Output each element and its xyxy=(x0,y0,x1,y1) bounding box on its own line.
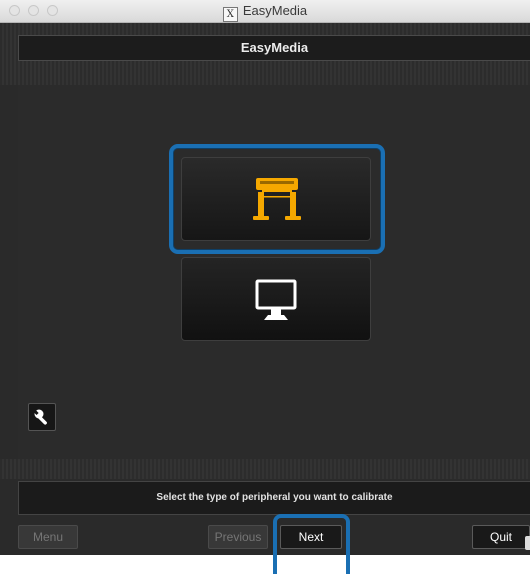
monitor-icon xyxy=(255,279,297,320)
main-panel xyxy=(18,85,530,459)
previous-button[interactable]: Previous xyxy=(208,525,268,549)
footer-divider xyxy=(0,459,530,479)
header-area: EasyMedia xyxy=(0,23,530,85)
tools-button[interactable] xyxy=(28,403,56,431)
header-title: EasyMedia xyxy=(18,35,530,61)
wrench-icon xyxy=(33,409,47,425)
easymedia-window: X EasyMedia EasyMedia Select the type of… xyxy=(0,0,530,555)
printer-tile-button[interactable] xyxy=(181,157,371,241)
resize-handle[interactable] xyxy=(525,536,530,550)
next-button[interactable]: Next xyxy=(280,525,342,549)
status-message: Select the type of peripheral you want t… xyxy=(18,481,530,515)
display-tile-button[interactable] xyxy=(181,257,371,341)
quit-button[interactable]: Quit xyxy=(472,525,530,549)
menu-button[interactable]: Menu xyxy=(18,525,78,549)
app-icon: X xyxy=(222,7,238,22)
window-title: EasyMedia xyxy=(242,3,308,18)
title-bar: X EasyMedia xyxy=(0,0,530,23)
window-title-wrap: X EasyMedia xyxy=(0,3,530,22)
printer-icon xyxy=(253,178,301,220)
